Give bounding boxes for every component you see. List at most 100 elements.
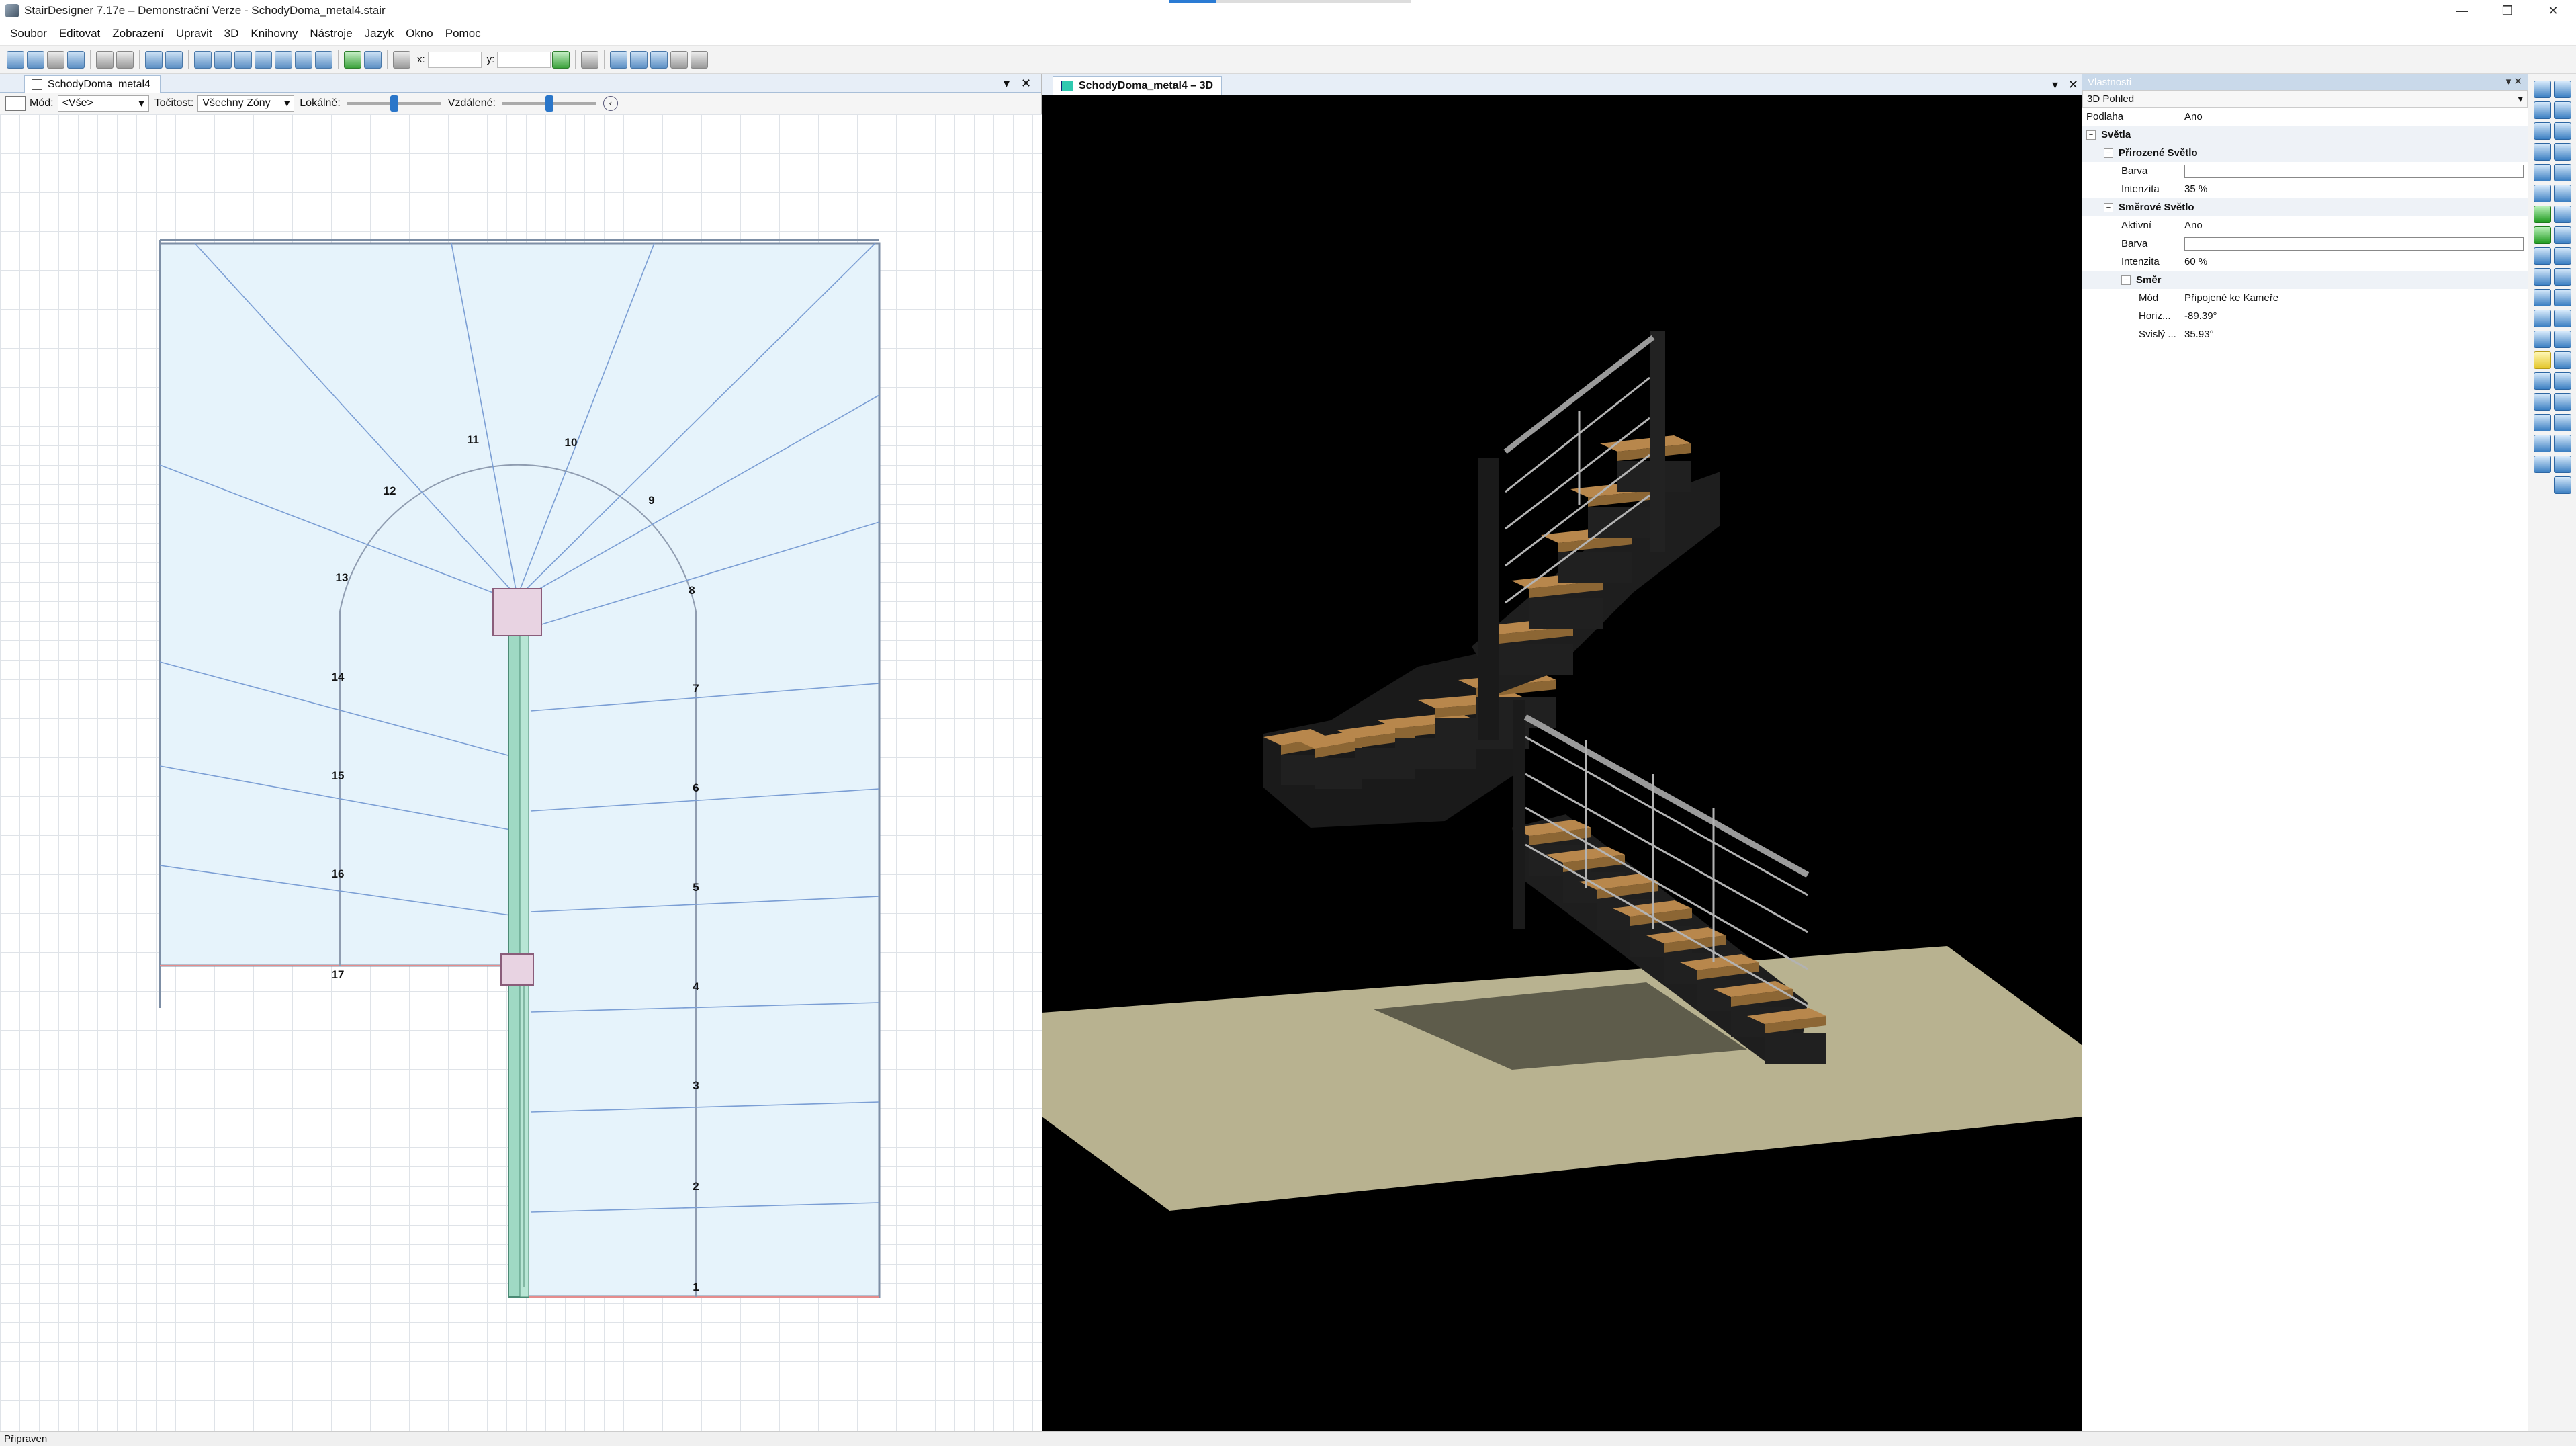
property-row[interactable]: Intenzita 60 %: [2082, 253, 2528, 271]
render-tool-icon[interactable]: [2554, 351, 2571, 369]
post-tool-icon[interactable]: [315, 50, 332, 69]
property-value[interactable]: Ano: [2184, 111, 2528, 122]
property-category[interactable]: − Světla: [2082, 126, 2528, 144]
collapse-icon[interactable]: −: [2104, 202, 2113, 212]
pan-hand-icon[interactable]: [691, 50, 709, 69]
restore-button[interactable]: ❐: [2485, 0, 2530, 22]
render-tool-icon[interactable]: [2554, 101, 2571, 119]
panel-controls[interactable]: ▾ ✕: [2506, 75, 2522, 87]
open-folder-icon[interactable]: [47, 50, 64, 69]
menu-pomoc[interactable]: Pomoc: [439, 27, 487, 40]
view-tool-icon[interactable]: [2534, 351, 2551, 369]
render-tool-icon[interactable]: [2554, 268, 2571, 286]
property-category[interactable]: − Směrové Světlo: [2082, 198, 2528, 216]
stair-tool-icon[interactable]: [214, 50, 232, 69]
property-row[interactable]: Svislý ... 35.93°: [2082, 325, 2528, 343]
render-tool-icon[interactable]: [2554, 185, 2571, 202]
new-file-icon[interactable]: [7, 50, 24, 69]
property-value[interactable]: 35 %: [2184, 183, 2528, 195]
grid-icon[interactable]: [581, 50, 599, 69]
property-category[interactable]: − Směr: [2082, 271, 2528, 289]
tab-list-icon[interactable]: ▾: [1004, 77, 1010, 91]
property-row[interactable]: Barva: [2082, 235, 2528, 253]
render-tool-icon[interactable]: [2554, 456, 2571, 473]
view-tool-icon[interactable]: [2534, 393, 2551, 411]
save-icon[interactable]: [67, 50, 85, 69]
view-tool-icon[interactable]: [2534, 372, 2551, 390]
property-value[interactable]: 35.93°: [2184, 329, 2528, 340]
bottom-newel-post[interactable]: [500, 953, 534, 986]
zoom-window-icon[interactable]: [670, 50, 689, 69]
new-stair-icon[interactable]: [27, 50, 44, 69]
menu-editovat[interactable]: Editovat: [53, 27, 106, 40]
menu-3d[interactable]: 3D: [218, 27, 245, 40]
menu-zobrazení[interactable]: Zobrazení: [106, 27, 170, 40]
render-tool-icon[interactable]: [2554, 331, 2571, 348]
property-row[interactable]: Intenzita 35 %: [2082, 180, 2528, 198]
view-tool-icon[interactable]: [2534, 206, 2551, 223]
view-tool-icon[interactable]: [2534, 226, 2551, 244]
collapse-icon[interactable]: −: [2121, 275, 2131, 285]
property-row[interactable]: Mód Připojené ke Kameře: [2082, 289, 2528, 307]
object-select[interactable]: 3D Pohled ▾: [2082, 90, 2528, 108]
remote-slider[interactable]: [502, 95, 596, 112]
menu-soubor[interactable]: Soubor: [4, 27, 53, 40]
print-preview-icon[interactable]: [116, 50, 134, 69]
view-tool-icon[interactable]: [2534, 331, 2551, 348]
render-tool-icon[interactable]: [2554, 414, 2571, 431]
menu-nástroje[interactable]: Nástroje: [304, 27, 358, 40]
render-tool-icon[interactable]: [2554, 310, 2571, 327]
y-coordinate-input[interactable]: [497, 51, 551, 68]
render-tool-icon[interactable]: [2554, 206, 2571, 223]
close-button[interactable]: ✕: [2530, 0, 2576, 22]
tab-plan[interactable]: SchodyDoma_metal4: [24, 75, 161, 93]
render-tool-icon[interactable]: [2554, 372, 2571, 390]
property-row[interactable]: Podlaha Ano: [2082, 108, 2528, 126]
render-tool-icon[interactable]: [2554, 143, 2571, 161]
view-tool-icon[interactable]: [2534, 101, 2551, 119]
view-tool-icon[interactable]: [2534, 435, 2551, 452]
zoom-in-icon[interactable]: [610, 50, 628, 69]
tab-3d-view[interactable]: SchodyDoma_metal4 – 3D: [1053, 76, 1223, 95]
render-tool-icon[interactable]: [2554, 435, 2571, 452]
handrail-tool-icon[interactable]: [255, 50, 272, 69]
color-swatch[interactable]: [2184, 164, 2524, 178]
zoom-out-icon[interactable]: [630, 50, 648, 69]
view-tool-icon[interactable]: [2534, 81, 2551, 98]
render-tool-icon[interactable]: [2554, 247, 2571, 265]
color-swatch[interactable]: [2184, 237, 2524, 251]
property-category[interactable]: − Přirozené Světlo: [2082, 144, 2528, 162]
menu-okno[interactable]: Okno: [400, 27, 439, 40]
render-tool-icon[interactable]: [2554, 289, 2571, 306]
view-tool-icon[interactable]: [2534, 456, 2551, 473]
confirm-icon[interactable]: [552, 50, 570, 69]
turning-select[interactable]: Všechny Zóny ▾: [197, 95, 295, 112]
property-row[interactable]: Barva: [2082, 162, 2528, 180]
render-tool-icon[interactable]: [2554, 122, 2571, 140]
balustrade-tool-icon[interactable]: [295, 50, 312, 69]
menu-upravit[interactable]: Upravit: [170, 27, 218, 40]
property-row[interactable]: Horiz... -89.39°: [2082, 307, 2528, 325]
view-tool-icon[interactable]: [2534, 143, 2551, 161]
windows-icon[interactable]: [364, 50, 382, 69]
minimize-button[interactable]: —: [2439, 0, 2485, 22]
view-tool-icon[interactable]: [2534, 414, 2551, 431]
property-value[interactable]: Připojené ke Kameře: [2184, 292, 2528, 304]
zoom-extents-icon[interactable]: [650, 50, 668, 69]
render-tool-icon[interactable]: [2554, 164, 2571, 181]
collapse-icon[interactable]: −: [2086, 130, 2096, 140]
x-coordinate-input[interactable]: [427, 51, 482, 68]
render-tool-icon[interactable]: [2554, 226, 2571, 244]
local-slider[interactable]: [347, 95, 441, 112]
collapse-icon[interactable]: −: [2104, 148, 2113, 158]
layers-icon[interactable]: [5, 95, 26, 111]
render-tool-icon[interactable]: [2554, 393, 2571, 411]
reset-view-icon[interactable]: ‹: [603, 95, 618, 111]
stair-plan-drawing[interactable]: 1234567891011121314151617: [0, 114, 1042, 1431]
mode-select[interactable]: <Vše> ▾: [57, 95, 149, 112]
tab-list-icon[interactable]: ▾: [2052, 78, 2058, 92]
property-value[interactable]: 60 %: [2184, 256, 2528, 267]
print-icon[interactable]: [96, 50, 114, 69]
slider-handle[interactable]: [390, 95, 398, 112]
menu-jazyk[interactable]: Jazyk: [359, 27, 400, 40]
